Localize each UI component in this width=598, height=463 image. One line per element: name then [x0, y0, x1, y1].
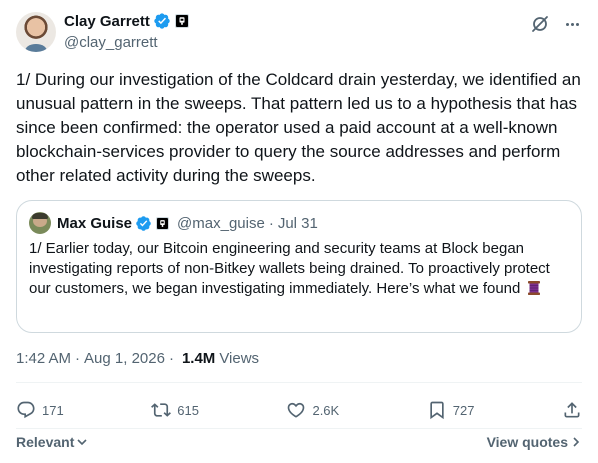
- meta-separator: ·: [168, 350, 174, 367]
- tweet-actions: 171 615 2.6K 727: [16, 396, 582, 424]
- author-display-name[interactable]: Clay Garrett: [64, 13, 150, 30]
- quoted-date[interactable]: Jul 31: [278, 215, 318, 232]
- quoted-author-display-name[interactable]: Max Guise: [57, 215, 132, 232]
- tweet-time[interactable]: 1:42 AM: [16, 350, 71, 367]
- view-quotes-link[interactable]: View quotes: [487, 434, 582, 450]
- divider: [16, 428, 582, 429]
- tweet-date[interactable]: Aug 1, 2026: [84, 350, 165, 367]
- quoted-tweet[interactable]: Max Guise @max_guise · Jul 31 1/ Earlier…: [16, 200, 582, 333]
- quoted-author-avatar[interactable]: [29, 212, 51, 234]
- repost-count: 615: [177, 402, 199, 418]
- tweet-header: Clay Garrett @clay_garrett: [16, 10, 582, 58]
- bookmark-icon: [430, 401, 444, 420]
- reply-button[interactable]: 171: [16, 400, 64, 420]
- sort-label: Relevant: [16, 434, 75, 450]
- quoted-tweet-text: 1/ Earlier today, our Bitcoin engineerin…: [29, 239, 569, 299]
- verified-badge-icon[interactable]: [135, 215, 152, 232]
- verified-badge-icon[interactable]: [153, 12, 171, 30]
- reply-count: 171: [42, 402, 64, 418]
- author-name-row: Clay Garrett: [64, 10, 189, 32]
- share-icon: [564, 402, 580, 418]
- repost-icon: [151, 403, 172, 417]
- like-icon: [288, 402, 305, 418]
- like-count: 2.6K: [312, 402, 340, 418]
- chevron-right-icon: [573, 437, 580, 447]
- quoted-separator: ·: [268, 214, 274, 232]
- share-button[interactable]: [562, 400, 582, 420]
- more-dot: [570, 22, 574, 26]
- more-dot: [575, 22, 579, 26]
- bookmark-count: 727: [452, 402, 475, 418]
- sort-replies-dropdown[interactable]: Relevant: [16, 434, 88, 450]
- bookmark-button[interactable]: 727: [427, 400, 475, 420]
- quoted-tweet-header: Max Guise @max_guise · Jul 31: [29, 212, 569, 234]
- reply-icon: [17, 401, 35, 419]
- author-handle[interactable]: @clay_garrett: [64, 34, 189, 51]
- author-avatar[interactable]: [16, 12, 56, 52]
- chevron-down-icon: [77, 439, 87, 446]
- affiliation-badge-icon[interactable]: [174, 14, 189, 28]
- views-label: Views: [219, 350, 260, 367]
- grok-icon[interactable]: [530, 14, 550, 34]
- quoted-text-body: 1/ Earlier today, our Bitcoin engineerin…: [29, 240, 550, 297]
- tweet-meta: 1:42 AM · Aug 1, 2026 · 1.4M Views: [16, 350, 259, 367]
- view-quotes-label: View quotes: [486, 434, 568, 450]
- like-button[interactable]: 2.6K: [286, 400, 339, 420]
- more-icon[interactable]: [562, 14, 582, 34]
- replies-footer: Relevant View quotes: [16, 432, 582, 452]
- repost-button[interactable]: 615: [151, 400, 199, 420]
- divider: [16, 382, 582, 383]
- tweet-text: 1/ During our investigation of the Coldc…: [16, 70, 586, 185]
- more-dot: [565, 22, 569, 26]
- author-names: Clay Garrett @clay_garrett: [64, 10, 189, 51]
- thread-spool-icon: [527, 280, 541, 296]
- meta-separator: ·: [75, 350, 81, 367]
- views-count[interactable]: 1.4M: [182, 350, 215, 367]
- affiliation-badge-icon[interactable]: [156, 216, 170, 230]
- quoted-author-handle: @max_guise: [177, 214, 265, 232]
